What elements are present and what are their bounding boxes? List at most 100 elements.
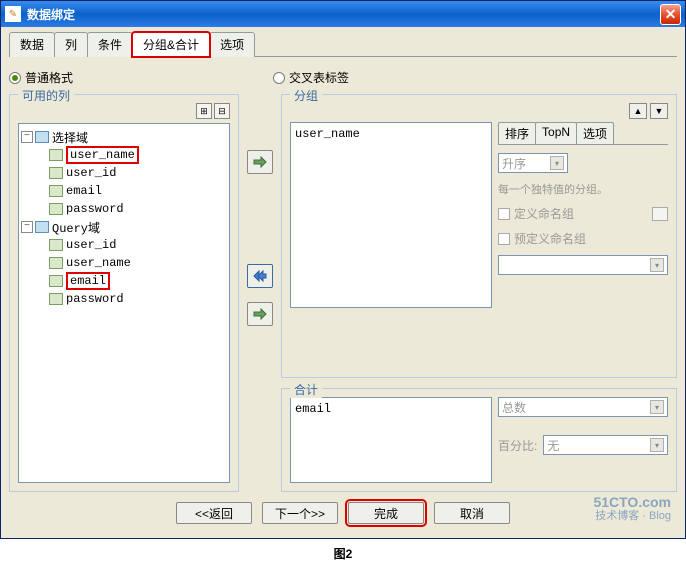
tree-label: user_id: [66, 238, 116, 252]
total-fieldset: 合计 email 总数 ▾: [281, 388, 677, 492]
tree-leaf[interactable]: email: [21, 272, 227, 290]
window-title: 数据绑定: [27, 6, 660, 23]
list-item[interactable]: user_name: [295, 127, 487, 141]
select-value: 升序: [502, 155, 526, 172]
column-tree[interactable]: − 选择域 user_name user_id: [18, 123, 230, 483]
radio-dot-icon: [273, 72, 285, 84]
chevron-down-icon: ▾: [550, 156, 564, 170]
close-button[interactable]: ✕: [660, 4, 681, 25]
tree-label: user_id: [66, 166, 116, 180]
group-fieldset: 分组 ▲ ▼ user_name 排序 TopN 选项: [281, 94, 677, 378]
tree-leaf[interactable]: user_id: [21, 236, 227, 254]
percent-label: 百分比:: [498, 437, 537, 454]
format-row: 普通格式 交叉表标签: [9, 65, 677, 94]
tree-label: Query域: [52, 219, 100, 236]
tree-leaf[interactable]: password: [21, 200, 227, 218]
cancel-button[interactable]: 取消: [434, 502, 510, 524]
folder-icon: [35, 131, 49, 143]
tree-leaf[interactable]: user_id: [21, 164, 227, 182]
move-up-button[interactable]: ▲: [629, 103, 647, 119]
tree-label: email: [66, 184, 102, 198]
figure-caption: 图2: [0, 539, 686, 568]
add-to-total-button[interactable]: [247, 302, 273, 326]
group-list[interactable]: user_name: [290, 122, 492, 308]
tree-folder[interactable]: − 选择域: [21, 128, 227, 146]
collapse-icon[interactable]: −: [21, 221, 33, 233]
tree-label: password: [66, 292, 124, 306]
named-group-select[interactable]: ▾: [498, 255, 668, 275]
field-icon: [49, 185, 63, 197]
collapse-all-icon[interactable]: ⊟: [214, 103, 230, 119]
chevron-down-icon: ▾: [650, 400, 664, 414]
total-list[interactable]: email: [290, 397, 492, 483]
left-toolbar: ⊞ ⊟: [18, 103, 230, 119]
subtab-sort[interactable]: 排序: [498, 122, 536, 144]
field-icon: [49, 149, 63, 161]
tree-leaf[interactable]: email: [21, 182, 227, 200]
field-icon: [49, 239, 63, 251]
total-options: 总数 ▾ 百分比: 无 ▾: [498, 397, 668, 483]
watermark-line2: 技术博客 · Blog: [593, 510, 671, 522]
transfer-buttons: [247, 94, 273, 492]
dialog-content: 数据 列 条件 分组&合计 选项 普通格式 交叉表标签 可用的列 ⊞ ⊟: [1, 27, 685, 538]
radio-label: 普通格式: [25, 69, 73, 86]
app-icon: ✎: [5, 6, 21, 22]
watermark: 51CTO.com 技术博客 · Blog: [593, 495, 671, 522]
back-button[interactable]: <<返回: [176, 502, 252, 524]
available-columns-fieldset: 可用的列 ⊞ ⊟ − 选择域 user_name: [9, 94, 239, 492]
subtab-topn[interactable]: TopN: [535, 122, 577, 144]
sort-order-select[interactable]: 升序 ▾: [498, 153, 568, 173]
finish-button[interactable]: 完成: [348, 502, 424, 524]
field-icon: [49, 293, 63, 305]
tree-leaf[interactable]: user_name: [21, 254, 227, 272]
tree-leaf[interactable]: user_name: [21, 146, 227, 164]
tab-group-total[interactable]: 分组&合计: [132, 32, 210, 57]
select-value: 无: [547, 437, 559, 454]
tree-label: user_name: [66, 146, 139, 164]
titlebar: ✎ 数据绑定 ✕: [1, 1, 685, 27]
remove-all-button[interactable]: [247, 264, 273, 288]
select-value: 总数: [502, 399, 526, 416]
main-row: 可用的列 ⊞ ⊟ − 选择域 user_name: [9, 94, 677, 492]
available-columns-legend: 可用的列: [18, 87, 74, 104]
next-button[interactable]: 下一个>>: [262, 502, 338, 524]
percent-select[interactable]: 无 ▾: [543, 435, 668, 455]
tree-leaf[interactable]: password: [21, 290, 227, 308]
expand-all-icon[interactable]: ⊞: [196, 103, 212, 119]
checkbox-label: 预定义命名组: [514, 230, 586, 247]
tree-label: 选择域: [52, 129, 88, 146]
chevron-down-icon: ▾: [650, 438, 664, 452]
radio-normal-format[interactable]: 普通格式: [9, 69, 73, 86]
field-icon: [49, 275, 63, 287]
group-options: 排序 TopN 选项 升序 ▾ 每一个独特值的分组。: [498, 122, 668, 308]
collapse-icon[interactable]: −: [21, 131, 33, 143]
checkbox-custom-named-group[interactable]: 定义命名组: [498, 205, 574, 222]
checkbox-icon: [498, 208, 510, 220]
group-legend: 分组: [290, 87, 322, 104]
tab-options[interactable]: 选项: [209, 32, 255, 57]
tree-folder[interactable]: − Query域: [21, 218, 227, 236]
add-to-group-button[interactable]: [247, 150, 273, 174]
checkbox-icon: [498, 233, 510, 245]
radio-cross-tab[interactable]: 交叉表标签: [273, 69, 349, 86]
field-icon: [49, 257, 63, 269]
dialog-window: ✎ 数据绑定 ✕ 数据 列 条件 分组&合计 选项 普通格式 交叉表标签 可用的…: [0, 0, 686, 539]
field-icon: [49, 203, 63, 215]
subtab-options[interactable]: 选项: [576, 122, 614, 144]
right-panel: 分组 ▲ ▼ user_name 排序 TopN 选项: [281, 94, 677, 492]
tab-conditions[interactable]: 条件: [87, 32, 133, 57]
checkbox-predefined-named-group[interactable]: 预定义命名组: [498, 230, 668, 247]
tab-columns[interactable]: 列: [54, 32, 88, 57]
chevron-down-icon: ▾: [650, 258, 664, 272]
main-tabs: 数据 列 条件 分组&合计 选项: [9, 31, 677, 57]
group-subtabs: 排序 TopN 选项: [498, 122, 668, 145]
folder-icon: [35, 221, 49, 233]
radio-dot-icon: [9, 72, 21, 84]
list-item[interactable]: email: [295, 402, 487, 416]
aggregate-select[interactable]: 总数 ▾: [498, 397, 668, 417]
move-down-button[interactable]: ▼: [650, 103, 668, 119]
tree-label: email: [66, 272, 110, 290]
total-legend: 合计: [290, 381, 322, 398]
edit-icon[interactable]: [652, 207, 668, 221]
tab-data[interactable]: 数据: [9, 32, 55, 57]
